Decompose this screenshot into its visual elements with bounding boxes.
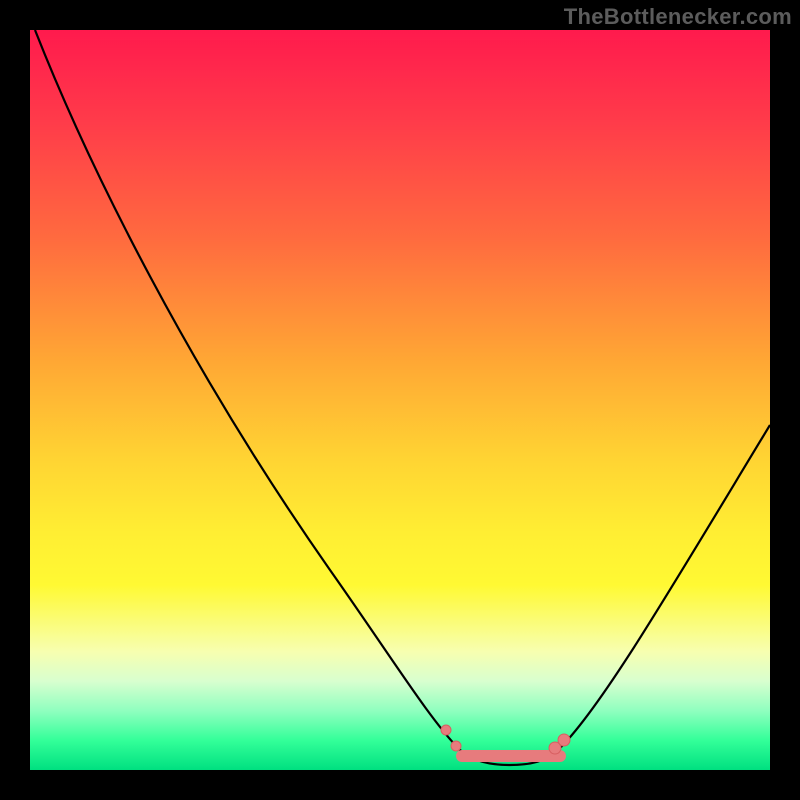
highlight-dot — [451, 741, 461, 751]
plot-area — [30, 30, 770, 770]
chart-frame: TheBottlenecker.com — [0, 0, 800, 800]
watermark-text: TheBottlenecker.com — [564, 4, 792, 30]
chart-svg — [30, 30, 770, 770]
highlight-dot — [441, 725, 451, 735]
bottleneck-curve — [35, 30, 770, 765]
highlight-dot — [558, 734, 570, 746]
